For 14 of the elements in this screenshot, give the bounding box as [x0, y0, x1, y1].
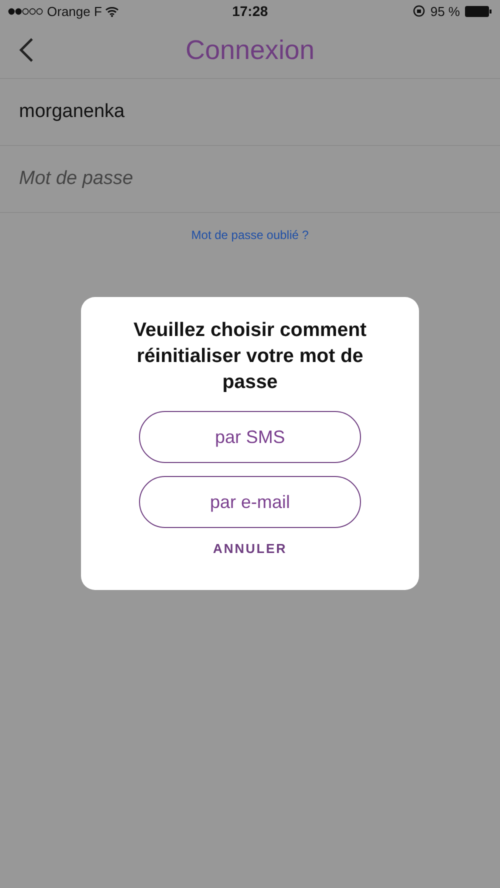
carrier-name: Orange F — [47, 4, 102, 18]
clock-time: 17:28 — [232, 3, 268, 19]
signal-icon — [8, 8, 44, 14]
username-field[interactable]: morganenka — [19, 101, 481, 123]
password-field[interactable]: Mot de passe — [19, 168, 481, 190]
rotation-lock-icon — [413, 5, 426, 17]
wifi-icon — [104, 6, 119, 16]
battery-icon — [465, 6, 492, 16]
reset-option-button[interactable]: par e-mail — [139, 476, 361, 528]
screen-title: Connexion — [185, 34, 315, 66]
dialog-message: Veuillez choisir comment réinitialiser votre mot de passe — [132, 318, 368, 395]
battery-percent: 95 % — [430, 4, 460, 18]
reset-option-button[interactable]: par SMS — [139, 411, 361, 463]
cancel-button[interactable]: ANNULER — [212, 541, 288, 556]
